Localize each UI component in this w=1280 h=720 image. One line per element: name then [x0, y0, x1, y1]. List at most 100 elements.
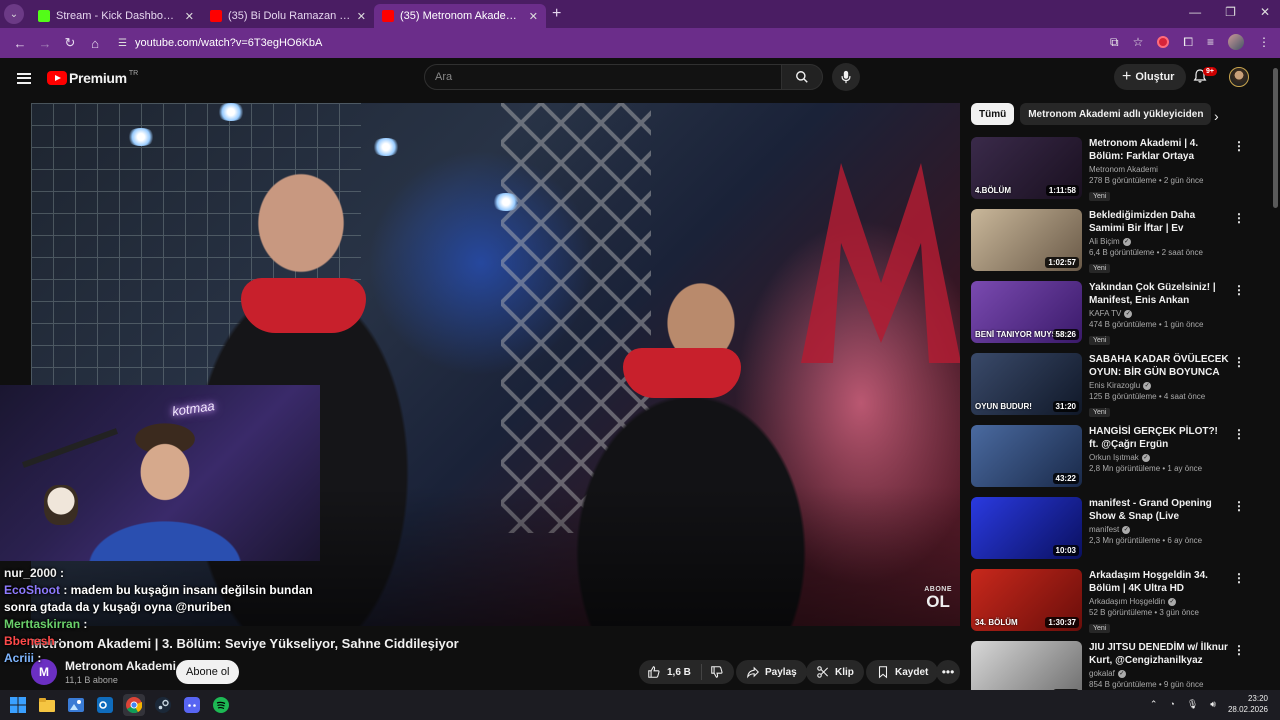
video-thumbnail[interactable]: 1:02:57: [971, 209, 1082, 271]
new-badge: Yeni: [1089, 408, 1111, 417]
share-button[interactable]: Paylaş: [736, 660, 807, 684]
search-input[interactable]: Ara: [424, 64, 782, 90]
recommendation-item[interactable]: 43:22 HANGİSİ GERÇEK PİLOT?! ft. @Çağrı …: [971, 425, 1251, 497]
guide-menu-icon[interactable]: [17, 72, 31, 84]
browser-menu-icon[interactable]: ⋮: [1258, 35, 1270, 49]
browser-tab[interactable]: Stream - Kick Dashboard ✕: [30, 4, 202, 28]
page-scrollbar[interactable]: [1271, 58, 1280, 690]
channel-label: gokalaf: [1089, 669, 1115, 678]
more-vertical-icon[interactable]: ⋮: [1233, 499, 1245, 513]
recommendation-channel[interactable]: Arkadaşım Hoşgeldin ✓: [1089, 597, 1229, 606]
more-vertical-icon[interactable]: ⋮: [1233, 283, 1245, 297]
recommendation-channel[interactable]: Orkun Işıtmak ✓: [1089, 453, 1229, 462]
recommendation-item[interactable]: 34. BÖLÜM 1:30:37 Arkadaşım Hoşgeldin 34…: [971, 569, 1251, 641]
install-app-icon[interactable]: ⧉: [1110, 35, 1119, 50]
search-button[interactable]: [781, 64, 823, 90]
browser-tab[interactable]: (35) Metronom Akademi | 3. Bö ✕: [374, 4, 546, 28]
address-bar[interactable]: ☰ youtube.com/watch?v=6T3egHO6KbA: [118, 37, 322, 49]
scrollbar-thumb[interactable]: [1273, 68, 1278, 208]
recommendation-item[interactable]: 4.BÖLÜM 1:11:58 Metronom Akademi | 4. Bö…: [971, 137, 1251, 209]
more-vertical-icon[interactable]: ⋮: [1233, 211, 1245, 225]
recommendation-title[interactable]: HANGİSİ GERÇEK PİLOT?! ft. @Çağrı Ergün: [1089, 425, 1229, 451]
video-thumbnail[interactable]: 4.BÖLÜM 1:11:58: [971, 137, 1082, 199]
new-tab-icon[interactable]: +: [552, 5, 561, 23]
profile-avatar[interactable]: [1228, 34, 1244, 50]
extension-icon[interactable]: [1157, 36, 1170, 48]
clock[interactable]: 23:20 28.02.2026: [1228, 693, 1268, 715]
steam-icon[interactable]: [152, 694, 174, 716]
maximize-icon[interactable]: ❐: [1225, 5, 1236, 19]
more-vertical-icon[interactable]: ⋮: [1233, 355, 1245, 369]
video-thumbnail[interactable]: 34. BÖLÜM 1:30:37: [971, 569, 1082, 631]
recommendation-title[interactable]: Arkadaşım Hoşgeldin 34. Bölüm | 4K Ultra…: [1089, 569, 1229, 595]
tab-close-icon[interactable]: ✕: [529, 10, 538, 23]
extensions-puzzle-icon[interactable]: ⧠: [1183, 35, 1193, 50]
more-actions-button[interactable]: •••: [936, 660, 960, 684]
recommendation-title[interactable]: Yakından Çok Güzelsiniz! | Manifest, Eni…: [1089, 281, 1229, 307]
spotify-icon[interactable]: [210, 694, 232, 716]
media-controls-icon[interactable]: ≡: [1207, 35, 1214, 49]
chrome-icon[interactable]: [123, 694, 145, 716]
more-vertical-icon[interactable]: ⋮: [1233, 427, 1245, 441]
voice-search-button[interactable]: [832, 63, 860, 91]
recommendation-channel[interactable]: Ali Biçim ✓: [1089, 237, 1229, 246]
recommendation-title[interactable]: JIU JITSU DENEDİM w/ İlknur Kurt, @Cengi…: [1089, 641, 1229, 667]
recommendation-item[interactable]: OYUN BUDUR! 31:20 SABAHA KADAR ÖVÜLECEK …: [971, 353, 1251, 425]
video-thumbnail[interactable]: OYUN BUDUR! 31:20: [971, 353, 1082, 415]
chevron-right-icon[interactable]: ›: [1214, 108, 1219, 124]
recommendation-item[interactable]: 1:02:57 Beklediğimizden Daha Samimi Bir …: [971, 209, 1251, 281]
discord-icon[interactable]: [181, 694, 203, 716]
reload-icon[interactable]: ↻: [58, 31, 82, 55]
chevron-up-icon[interactable]: ⌃: [1150, 699, 1158, 710]
account-avatar[interactable]: [1229, 67, 1249, 87]
bookmark-star-icon[interactable]: ☆: [1133, 35, 1144, 49]
tab-close-icon[interactable]: ✕: [357, 10, 366, 23]
dislike-button[interactable]: [702, 665, 734, 679]
create-button[interactable]: + Oluştur: [1114, 64, 1187, 90]
recommendation-channel[interactable]: Enis Kirazoglu ✓: [1089, 381, 1229, 390]
windows-start-icon[interactable]: [7, 694, 29, 716]
youtube-premium-logo[interactable]: Premium TR: [47, 70, 138, 86]
forward-icon[interactable]: →: [33, 31, 57, 55]
recommendation-title[interactable]: SABAHA KADAR ÖVÜLECEK OYUN: BİR GÜN BOYU…: [1089, 353, 1229, 379]
close-window-icon[interactable]: ✕: [1260, 5, 1270, 19]
more-vertical-icon[interactable]: ⋮: [1233, 571, 1245, 585]
recommendation-channel[interactable]: gokalaf ✓: [1089, 669, 1229, 678]
subscribe-watermark[interactable]: ABONE OL: [924, 586, 952, 610]
like-button[interactable]: 1,6 B: [639, 664, 702, 680]
back-icon[interactable]: ←: [8, 31, 32, 55]
more-vertical-icon[interactable]: ⋮: [1233, 139, 1245, 153]
recommendation-item[interactable]: BENİ TANIYOR MUYSUN 58:26 Yakından Çok G…: [971, 281, 1251, 353]
filter-chip[interactable]: Metronom Akademi adlı yükleyiciden: [1020, 103, 1211, 125]
file-explorer-icon[interactable]: [36, 694, 58, 716]
more-vertical-icon[interactable]: ⋮: [1233, 643, 1245, 657]
microphone-tray-icon[interactable]: 🎙︎: [1187, 699, 1198, 710]
network-icon[interactable]: ◔: [1169, 699, 1174, 709]
site-info-icon[interactable]: ☰: [118, 38, 127, 49]
recommendation-channel[interactable]: manifest ✓: [1089, 525, 1229, 534]
filter-chip[interactable]: Tümü: [971, 103, 1015, 125]
clip-button[interactable]: Klip: [806, 660, 864, 684]
recommendation-title[interactable]: Metronom Akademi | 4. Bölüm: Farklar Ort…: [1089, 137, 1229, 163]
video-thumbnail[interactable]: 10:03: [971, 497, 1082, 559]
recommendation-item[interactable]: 10:03 manifest - Grand Opening Show & Sn…: [971, 497, 1251, 569]
minimize-icon[interactable]: —: [1189, 5, 1201, 19]
recommendation-channel[interactable]: Metronom Akademi: [1089, 165, 1229, 174]
recommendation-title[interactable]: manifest - Grand Opening Show & Snap (Li…: [1089, 497, 1229, 523]
video-thumbnail[interactable]: 43:22: [971, 425, 1082, 487]
tab-close-icon[interactable]: ✕: [185, 10, 194, 23]
browser-tab[interactable]: (35) Bi Dolu Ramazan 2.Bölüm ✕: [202, 4, 374, 28]
volume-icon[interactable]: 🔊︎: [1210, 699, 1216, 710]
bookmark-icon: [878, 666, 888, 679]
recommendation-channel[interactable]: KAFA TV ✓: [1089, 309, 1229, 318]
chat-text: :: [37, 651, 42, 665]
save-button[interactable]: Kaydet: [866, 660, 939, 684]
chat-message: EcoShoot : madem bu kuşağın insanı değil…: [4, 582, 334, 616]
video-thumbnail[interactable]: BENİ TANIYOR MUYSUN 58:26: [971, 281, 1082, 343]
chat-username: Merttaskirran: [4, 617, 81, 631]
recommendation-title[interactable]: Beklediğimizden Daha Samimi Bir İftar | …: [1089, 209, 1229, 235]
outlook-icon[interactable]: [94, 694, 116, 716]
home-icon[interactable]: ⌂: [83, 31, 107, 55]
tab-search-icon[interactable]: ⌄: [4, 4, 24, 24]
photos-icon[interactable]: [65, 694, 87, 716]
